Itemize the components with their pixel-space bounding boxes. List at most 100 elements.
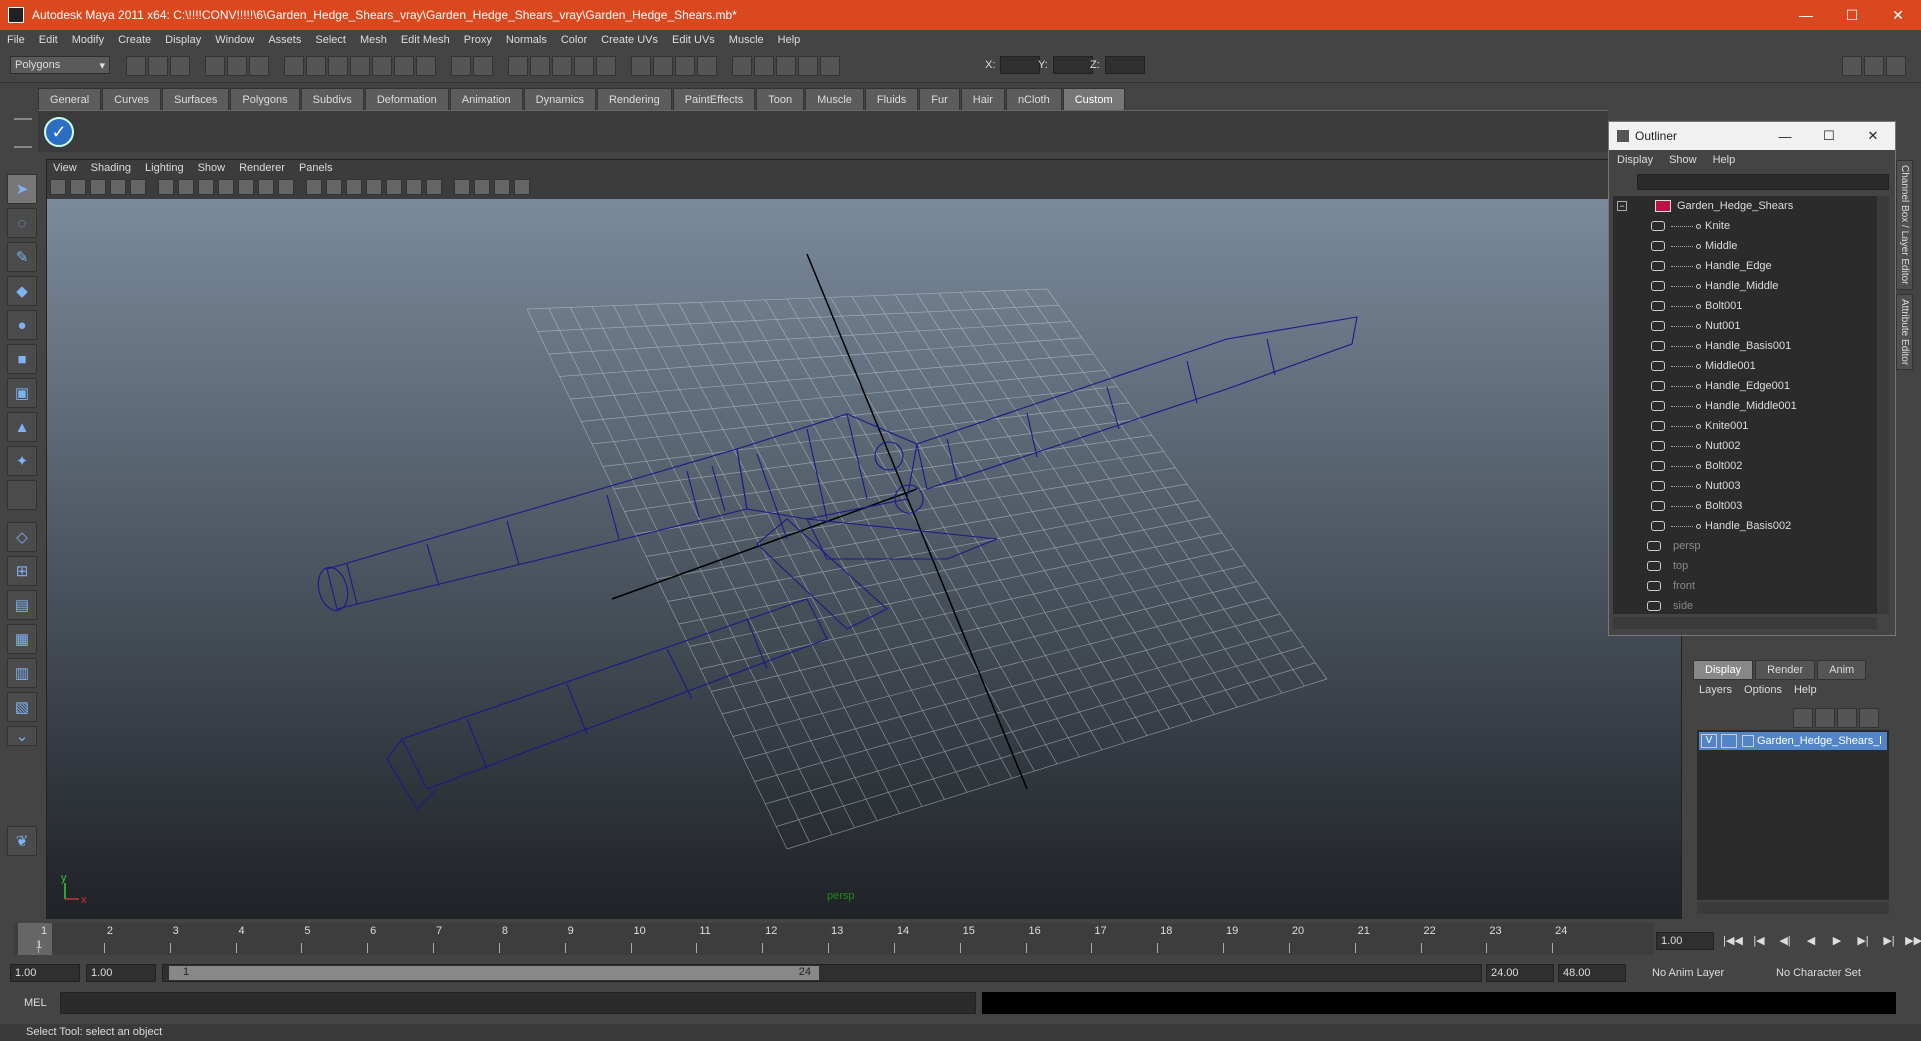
- outliner-menu-display[interactable]: Display: [1609, 154, 1661, 166]
- shelf-tab-painteffects[interactable]: PaintEffects: [672, 88, 756, 110]
- tool-settings-toggle-icon[interactable]: [1864, 56, 1884, 76]
- menu-normals[interactable]: Normals: [499, 34, 554, 46]
- bookmark-icon[interactable]: [90, 179, 106, 195]
- shelf-tab-surfaces[interactable]: Surfaces: [161, 88, 230, 110]
- z-field[interactable]: [1105, 56, 1145, 74]
- new-scene-icon[interactable]: [126, 56, 146, 76]
- persp-uv-layout-icon[interactable]: ▧: [7, 692, 37, 722]
- minimize-button[interactable]: —: [1783, 0, 1829, 30]
- menu-display[interactable]: Display: [158, 34, 208, 46]
- outliner-vertical-scrollbar[interactable]: [1877, 196, 1889, 614]
- menu-edit-mesh[interactable]: Edit Mesh: [394, 34, 457, 46]
- rotate-tool-icon[interactable]: ●: [7, 310, 37, 340]
- go-to-start-button[interactable]: |◀◀: [1720, 932, 1746, 950]
- layer-tab-render[interactable]: Render: [1755, 660, 1816, 680]
- menu-muscle[interactable]: Muscle: [722, 34, 771, 46]
- grid-toggle-icon[interactable]: [158, 179, 174, 195]
- render-frame-icon[interactable]: [530, 56, 551, 76]
- four-pane-layout-icon[interactable]: ⊞: [7, 556, 37, 586]
- shelf-tab-toon[interactable]: Toon: [756, 88, 805, 110]
- layer-row[interactable]: V Garden_Hedge_Shears_l: [1699, 732, 1887, 750]
- menu-file[interactable]: File: [0, 34, 32, 46]
- attribute-editor-tab[interactable]: Attribute Editor: [1896, 293, 1913, 370]
- shelf-tab-fur[interactable]: Fur: [919, 88, 960, 110]
- channel-box-tab[interactable]: Channel Box / Layer Editor: [1896, 160, 1913, 290]
- end-time-field[interactable]: 48.00: [1558, 964, 1626, 982]
- layer-list-scrollbar[interactable]: [1697, 902, 1889, 914]
- layer-display-type-toggle[interactable]: [1721, 734, 1737, 748]
- y-field[interactable]: [1053, 56, 1093, 74]
- smooth-shade-icon[interactable]: [198, 179, 214, 195]
- single-pane-layout-icon[interactable]: ◇: [7, 522, 37, 552]
- shaded-cube-icon[interactable]: [346, 179, 362, 195]
- menu-help[interactable]: Help: [771, 34, 808, 46]
- persp-outliner-layout-icon[interactable]: ▤: [7, 590, 37, 620]
- absolute-transform-icon[interactable]: [776, 56, 797, 76]
- outliner-camera-item[interactable]: persp: [1613, 536, 1877, 556]
- outliner-menu-show[interactable]: Show: [1661, 154, 1705, 166]
- cube-view-icon[interactable]: [326, 179, 342, 195]
- save-scene-icon[interactable]: [170, 56, 190, 76]
- range-slider[interactable]: 1 24: [162, 964, 1482, 982]
- perspective-viewport[interactable]: persp x y: [47, 199, 1681, 919]
- outliner-close-button[interactable]: ✕: [1851, 128, 1895, 144]
- persp-graph-layout-icon[interactable]: ▦: [7, 624, 37, 654]
- resolution-gate-icon[interactable]: [514, 179, 530, 195]
- outliner-item[interactable]: Handle_Basis002: [1613, 516, 1877, 536]
- new-layer-from-selection-icon[interactable]: [1859, 708, 1879, 728]
- shelf-menu-handle[interactable]: [14, 118, 32, 148]
- step-forward-frame-button[interactable]: ▶|: [1850, 932, 1876, 950]
- input-line-mode-icon[interactable]: [653, 56, 674, 76]
- time-slider[interactable]: 1 1 2 3 4 5 6 7 8 9 10 11 12 13 14 15 16 17 18 19 20 21 22 23 2…: [14, 923, 1654, 955]
- checker-icon[interactable]: [366, 179, 382, 195]
- menu-color[interactable]: Color: [554, 34, 594, 46]
- xray-active-icon[interactable]: [494, 179, 510, 195]
- select-tool-icon[interactable]: ➤: [7, 174, 37, 204]
- textured-icon[interactable]: [258, 179, 274, 195]
- layer-menu-help[interactable]: Help: [1788, 684, 1823, 696]
- image-plane-icon[interactable]: [110, 179, 126, 195]
- close-button[interactable]: ✕: [1875, 0, 1921, 30]
- shelf-tab-curves[interactable]: Curves: [102, 88, 161, 110]
- menu-edit-uvs[interactable]: Edit UVs: [665, 34, 722, 46]
- outliner-camera-item[interactable]: front: [1613, 576, 1877, 596]
- open-scene-icon[interactable]: [148, 56, 168, 76]
- snap-grid-icon[interactable]: [284, 56, 305, 76]
- maximize-button[interactable]: ☐: [1829, 0, 1875, 30]
- outliner-item[interactable]: Knite: [1613, 216, 1877, 236]
- outliner-item[interactable]: Middle001: [1613, 356, 1877, 376]
- outliner-maximize-button[interactable]: ☐: [1807, 128, 1851, 144]
- step-back-frame-button[interactable]: ◀|: [1772, 932, 1798, 950]
- ipr-render-icon[interactable]: [552, 56, 573, 76]
- wire-on-shaded-icon[interactable]: [218, 179, 234, 195]
- move-layer-down-icon[interactable]: [1815, 708, 1835, 728]
- snapshot-icon[interactable]: [697, 56, 718, 76]
- menu-proxy[interactable]: Proxy: [457, 34, 499, 46]
- command-input[interactable]: [60, 992, 976, 1014]
- step-back-key-button[interactable]: |◀: [1746, 932, 1772, 950]
- start-time-field[interactable]: 1.00: [10, 964, 80, 982]
- render-view-icon[interactable]: [508, 56, 529, 76]
- menu-create[interactable]: Create: [111, 34, 158, 46]
- hypershade-icon[interactable]: [596, 56, 617, 76]
- text-overlay-icon[interactable]: [278, 179, 294, 195]
- help-icon[interactable]: [416, 56, 437, 76]
- layer-menu-options[interactable]: Options: [1738, 684, 1788, 696]
- outliner-menu-help[interactable]: Help: [1705, 154, 1744, 166]
- shelf-tab-animation[interactable]: Animation: [449, 88, 523, 110]
- camera-select-icon[interactable]: [50, 179, 66, 195]
- snap-curve-icon[interactable]: [306, 56, 327, 76]
- outliner-item[interactable]: Knite001: [1613, 416, 1877, 436]
- outliner-camera-item[interactable]: top: [1613, 556, 1877, 576]
- outliner-item[interactable]: Nut001: [1613, 316, 1877, 336]
- layer-menu-layers[interactable]: Layers: [1693, 684, 1738, 696]
- menu-create-uvs[interactable]: Create UVs: [594, 34, 665, 46]
- xray-joints-icon[interactable]: [474, 179, 490, 195]
- menu-window[interactable]: Window: [208, 34, 261, 46]
- lock-icon[interactable]: [451, 56, 472, 76]
- go-to-end-button[interactable]: ▶▶|: [1902, 932, 1921, 950]
- move-tool-icon[interactable]: ◆: [7, 276, 37, 306]
- command-language-label[interactable]: MEL: [24, 997, 47, 1009]
- shelf-tab-muscle[interactable]: Muscle: [805, 88, 864, 110]
- selection-mask-icon[interactable]: [473, 56, 494, 76]
